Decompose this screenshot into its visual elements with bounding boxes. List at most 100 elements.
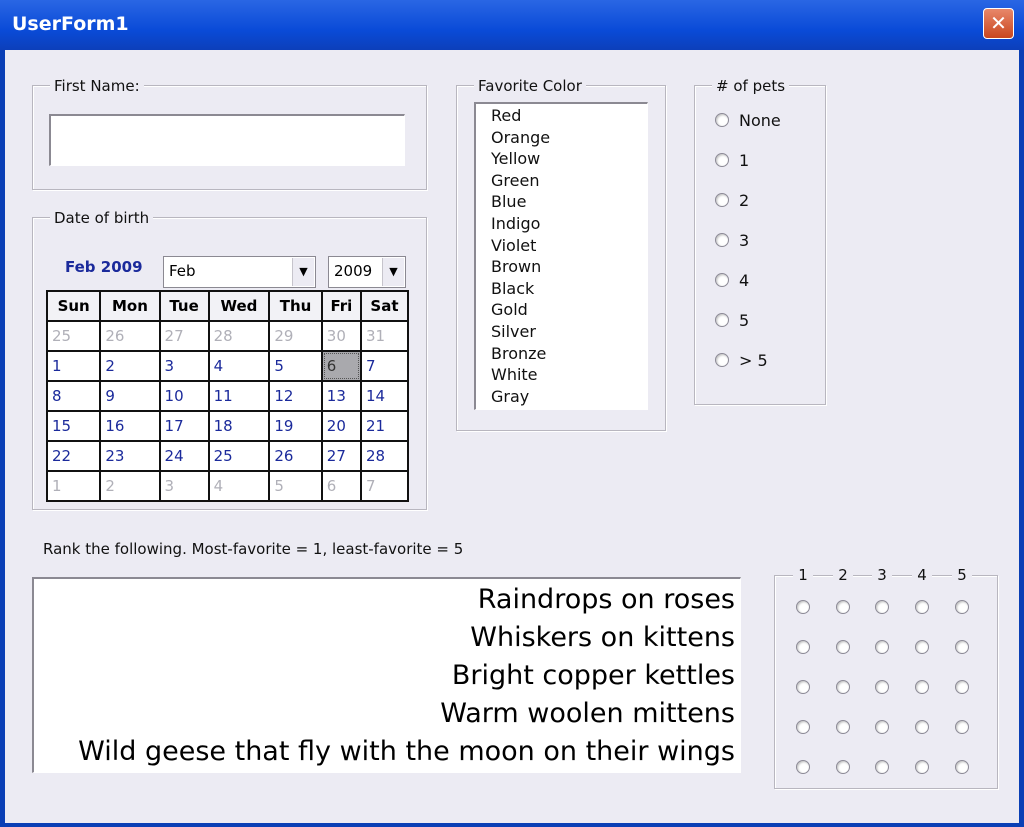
rank-radio[interactable] (796, 680, 810, 694)
calendar-day[interactable]: 10 (158, 380, 210, 412)
calendar-day[interactable]: 27 (158, 320, 210, 352)
calendar-day[interactable]: 18 (207, 410, 271, 442)
year-select[interactable]: 2009 ▼ (328, 256, 406, 288)
pets-radio[interactable] (715, 233, 729, 247)
color-option[interactable]: Red (491, 106, 521, 125)
rank-radio[interactable] (915, 720, 929, 734)
calendar-day[interactable]: 1 (45, 350, 102, 382)
rank-radio[interactable] (836, 760, 850, 774)
chevron-down-icon[interactable]: ▼ (292, 258, 314, 286)
calendar-day[interactable]: 9 (99, 380, 161, 412)
calendar-day[interactable]: 6 (320, 350, 362, 382)
calendar-day[interactable]: 21 (359, 410, 410, 442)
rank-radio[interactable] (875, 680, 889, 694)
color-option[interactable]: Gray (491, 387, 529, 406)
rank-radio[interactable] (836, 640, 850, 654)
rank-radio[interactable] (955, 760, 969, 774)
color-option[interactable]: Black (491, 279, 534, 298)
calendar-day[interactable]: 23 (99, 440, 161, 472)
calendar-day[interactable]: 15 (45, 410, 102, 442)
rank-radio[interactable] (955, 640, 969, 654)
color-option[interactable]: Gold (491, 300, 528, 319)
rank-radio[interactable] (915, 680, 929, 694)
chevron-down-icon[interactable]: ▼ (382, 258, 404, 286)
calendar-day[interactable]: 7 (359, 350, 410, 382)
rank-column-label: 5 (952, 566, 972, 584)
calendar-day[interactable]: 24 (158, 440, 210, 472)
title-bar[interactable]: UserForm1 ✕ (0, 0, 1024, 50)
calendar-day[interactable]: 22 (45, 440, 102, 472)
color-option[interactable]: Orange (491, 128, 550, 147)
rank-radio[interactable] (955, 680, 969, 694)
rank-radio[interactable] (875, 760, 889, 774)
calendar-day[interactable]: 16 (99, 410, 161, 442)
rank-items-box: Raindrops on roses Whiskers on kittens Bri… (32, 577, 741, 773)
pets-radio[interactable] (715, 113, 729, 127)
calendar-day[interactable]: 5 (268, 470, 323, 502)
calendar-day[interactable]: 25 (45, 320, 102, 352)
color-option[interactable]: Silver (491, 322, 536, 341)
color-option[interactable]: Indigo (491, 214, 540, 233)
rank-radio[interactable] (955, 600, 969, 614)
calendar-day[interactable]: 25 (207, 440, 271, 472)
pets-radio[interactable] (715, 153, 729, 167)
calendar-day[interactable]: 2 (99, 350, 161, 382)
pets-radio[interactable] (715, 273, 729, 287)
rank-column-label: 3 (872, 566, 892, 584)
calendar-day[interactable]: 28 (359, 440, 410, 472)
calendar-day[interactable]: 8 (45, 380, 102, 412)
calendar-week-row: 1234567 (45, 350, 410, 382)
calendar-day[interactable]: 29 (268, 320, 323, 352)
pets-radio[interactable] (715, 193, 729, 207)
rank-radio[interactable] (796, 600, 810, 614)
calendar-day[interactable]: 12 (268, 380, 323, 412)
rank-radio[interactable] (796, 720, 810, 734)
calendar-day[interactable]: 11 (207, 380, 271, 412)
calendar-day[interactable]: 4 (207, 470, 271, 502)
rank-radio[interactable] (915, 760, 929, 774)
calendar-day[interactable]: 3 (158, 470, 210, 502)
rank-radio[interactable] (796, 640, 810, 654)
calendar-day[interactable]: 19 (268, 410, 323, 442)
color-option[interactable]: Brown (491, 257, 541, 276)
month-select[interactable]: Feb ▼ (163, 256, 316, 288)
rank-radio[interactable] (836, 600, 850, 614)
calendar-day[interactable]: 28 (207, 320, 271, 352)
calendar-day[interactable]: 26 (99, 320, 161, 352)
rank-radio[interactable] (915, 600, 929, 614)
rank-radio[interactable] (915, 640, 929, 654)
calendar-day[interactable]: 5 (268, 350, 323, 382)
calendar-day[interactable]: 1 (45, 470, 102, 502)
color-option[interactable]: Bronze (491, 344, 546, 363)
color-option[interactable]: White (491, 365, 538, 384)
calendar-day[interactable]: 20 (320, 410, 362, 442)
rank-radio[interactable] (796, 760, 810, 774)
color-option[interactable]: Violet (491, 236, 536, 255)
close-button[interactable]: ✕ (983, 8, 1014, 39)
calendar-day[interactable]: 17 (158, 410, 210, 442)
calendar-day[interactable]: 27 (320, 440, 362, 472)
pets-radio[interactable] (715, 313, 729, 327)
calendar-day[interactable]: 4 (207, 350, 271, 382)
rank-radio[interactable] (875, 600, 889, 614)
rank-radio[interactable] (875, 720, 889, 734)
calendar-day[interactable]: 30 (320, 320, 362, 352)
calendar-day[interactable]: 6 (320, 470, 362, 502)
pets-radio[interactable] (715, 353, 729, 367)
calendar-day[interactable]: 7 (359, 470, 410, 502)
favorite-color-listbox[interactable]: Red Orange Yellow Green Blue Indigo Violet Brow… (474, 102, 648, 410)
color-option[interactable]: Green (491, 171, 539, 190)
calendar-day[interactable]: 26 (268, 440, 323, 472)
rank-radio[interactable] (955, 720, 969, 734)
rank-radio[interactable] (875, 640, 889, 654)
color-option[interactable]: Blue (491, 192, 526, 211)
rank-radio[interactable] (836, 720, 850, 734)
rank-radio[interactable] (836, 680, 850, 694)
color-option[interactable]: Yellow (491, 149, 540, 168)
calendar-day[interactable]: 2 (99, 470, 161, 502)
first-name-input[interactable] (49, 114, 405, 166)
calendar-day[interactable]: 14 (359, 380, 410, 412)
calendar-day[interactable]: 13 (320, 380, 362, 412)
calendar-day[interactable]: 3 (158, 350, 210, 382)
calendar-day[interactable]: 31 (359, 320, 410, 352)
